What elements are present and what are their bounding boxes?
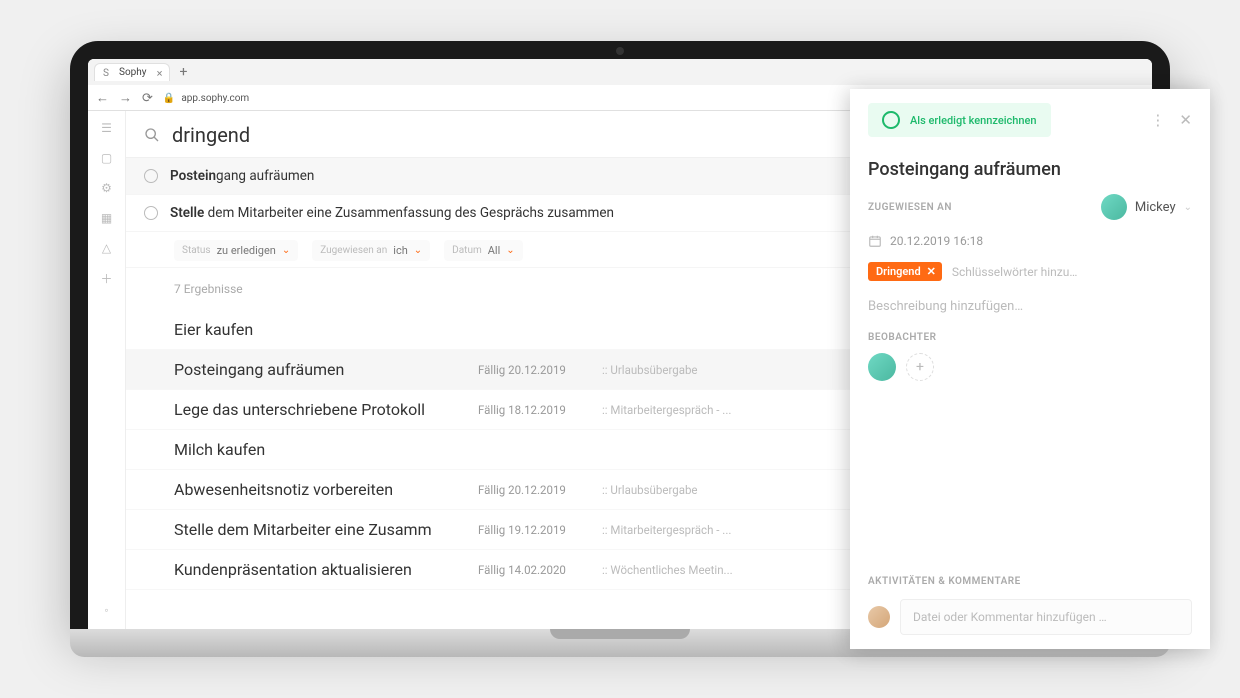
close-panel-icon[interactable]: ✕ bbox=[1179, 111, 1192, 129]
new-tab-button[interactable]: + bbox=[176, 64, 192, 80]
menu-icon[interactable]: ☰ bbox=[100, 121, 114, 135]
tab-favicon: S bbox=[103, 68, 113, 78]
mark-done-label: Als erledigt kennzeichnen bbox=[910, 114, 1037, 127]
lock-icon: 🔒 bbox=[163, 93, 175, 104]
filter-status[interactable]: Status zu erledigen ⌄ bbox=[174, 240, 298, 261]
avatar bbox=[1101, 194, 1127, 220]
task-title: Milch kaufen bbox=[174, 440, 464, 459]
add-watcher-button[interactable]: + bbox=[906, 353, 934, 381]
task-due: Fällig 18.12.2019 bbox=[478, 403, 588, 417]
chevron-down-icon: ⌄ bbox=[506, 245, 514, 256]
more-menu-icon[interactable]: ⋮ bbox=[1150, 111, 1165, 129]
chevron-down-icon: ⌄ bbox=[282, 245, 290, 256]
due-date-row[interactable]: 20.12.2019 16:18 bbox=[868, 234, 1192, 248]
tag-chip[interactable]: Dringend ✕ bbox=[868, 262, 942, 281]
grid-icon[interactable]: ▦ bbox=[100, 211, 114, 225]
chevron-down-icon: ⌄ bbox=[414, 245, 422, 256]
assignee-picker[interactable]: Mickey ⌄ bbox=[1101, 194, 1192, 220]
bell-icon[interactable]: △ bbox=[100, 241, 114, 255]
task-title: Posteingang aufräumen bbox=[174, 360, 464, 379]
task-title: Abwesenheitsnotiz vorbereiten bbox=[174, 480, 464, 499]
task-title: Kundenpräsentation aktualisieren bbox=[174, 560, 464, 579]
dashboard-icon[interactable]: ▢ bbox=[100, 151, 114, 165]
assigned-label: ZUGEWIESEN AN bbox=[868, 202, 952, 213]
description-input[interactable]: Beschreibung hinzufügen… bbox=[868, 295, 1192, 318]
due-datetime: 20.12.2019 16:18 bbox=[890, 234, 983, 248]
task-due: Fällig 20.12.2019 bbox=[478, 483, 588, 497]
tab-title: Sophy bbox=[119, 67, 147, 78]
mark-done-button[interactable]: Als erledigt kennzeichnen bbox=[868, 103, 1051, 137]
filter-assigned[interactable]: Zugewiesen an ich ⌄ bbox=[312, 240, 430, 261]
task-title: Stelle dem Mitarbeiter eine Zusamm bbox=[174, 520, 464, 539]
watcher-avatar[interactable] bbox=[868, 353, 896, 381]
chevron-down-icon: ⌄ bbox=[1184, 202, 1192, 213]
task-detail-panel: Als erledigt kennzeichnen ⋮ ✕ Posteingan… bbox=[850, 89, 1210, 649]
task-title: Lege das unterschriebene Protokoll bbox=[174, 400, 464, 419]
assignee-name: Mickey bbox=[1135, 200, 1176, 215]
browser-back-icon[interactable]: ← bbox=[96, 90, 109, 106]
filter-date[interactable]: Datum All ⌄ bbox=[444, 240, 522, 261]
laptop-camera bbox=[616, 47, 624, 55]
activity-label: AKTIVITÄTEN & KOMMENTARE bbox=[868, 576, 1192, 587]
circle-icon bbox=[882, 111, 900, 129]
current-user-avatar bbox=[868, 606, 890, 628]
plus-icon[interactable]: ＋ bbox=[100, 271, 114, 285]
task-due: Fällig 19.12.2019 bbox=[478, 523, 588, 537]
search-icon bbox=[144, 127, 160, 143]
detail-title: Posteingang aufräumen bbox=[868, 159, 1192, 180]
remove-tag-icon[interactable]: ✕ bbox=[927, 265, 936, 278]
help-icon[interactable]: ◦ bbox=[100, 603, 114, 617]
task-due: Fällig 14.02.2020 bbox=[478, 563, 588, 577]
add-keywords-input[interactable]: Schlüsselwörter hinzu… bbox=[952, 265, 1078, 279]
results-count: 7 Ergebnisse bbox=[174, 282, 243, 296]
complete-circle-icon[interactable] bbox=[144, 206, 158, 220]
browser-reload-icon[interactable]: ⟳ bbox=[142, 91, 153, 106]
tab-close-icon[interactable]: × bbox=[157, 67, 163, 80]
task-due: Fällig 20.12.2019 bbox=[478, 363, 588, 377]
browser-forward-icon[interactable]: → bbox=[119, 90, 132, 106]
complete-circle-icon[interactable] bbox=[144, 169, 158, 183]
watchers-label: BEOBACHTER bbox=[868, 332, 1192, 343]
url-text: app.sophy.com bbox=[181, 93, 249, 104]
browser-tab[interactable]: S Sophy × bbox=[94, 63, 170, 81]
calendar-icon bbox=[868, 234, 882, 248]
task-title: Eier kaufen bbox=[174, 320, 464, 339]
sidebar-rail: ☰ ▢ ⚙ ▦ △ ＋ ◦ bbox=[88, 111, 126, 629]
comment-input[interactable]: Datei oder Kommentar hinzufügen … bbox=[900, 599, 1192, 635]
gear-icon[interactable]: ⚙ bbox=[100, 181, 114, 195]
